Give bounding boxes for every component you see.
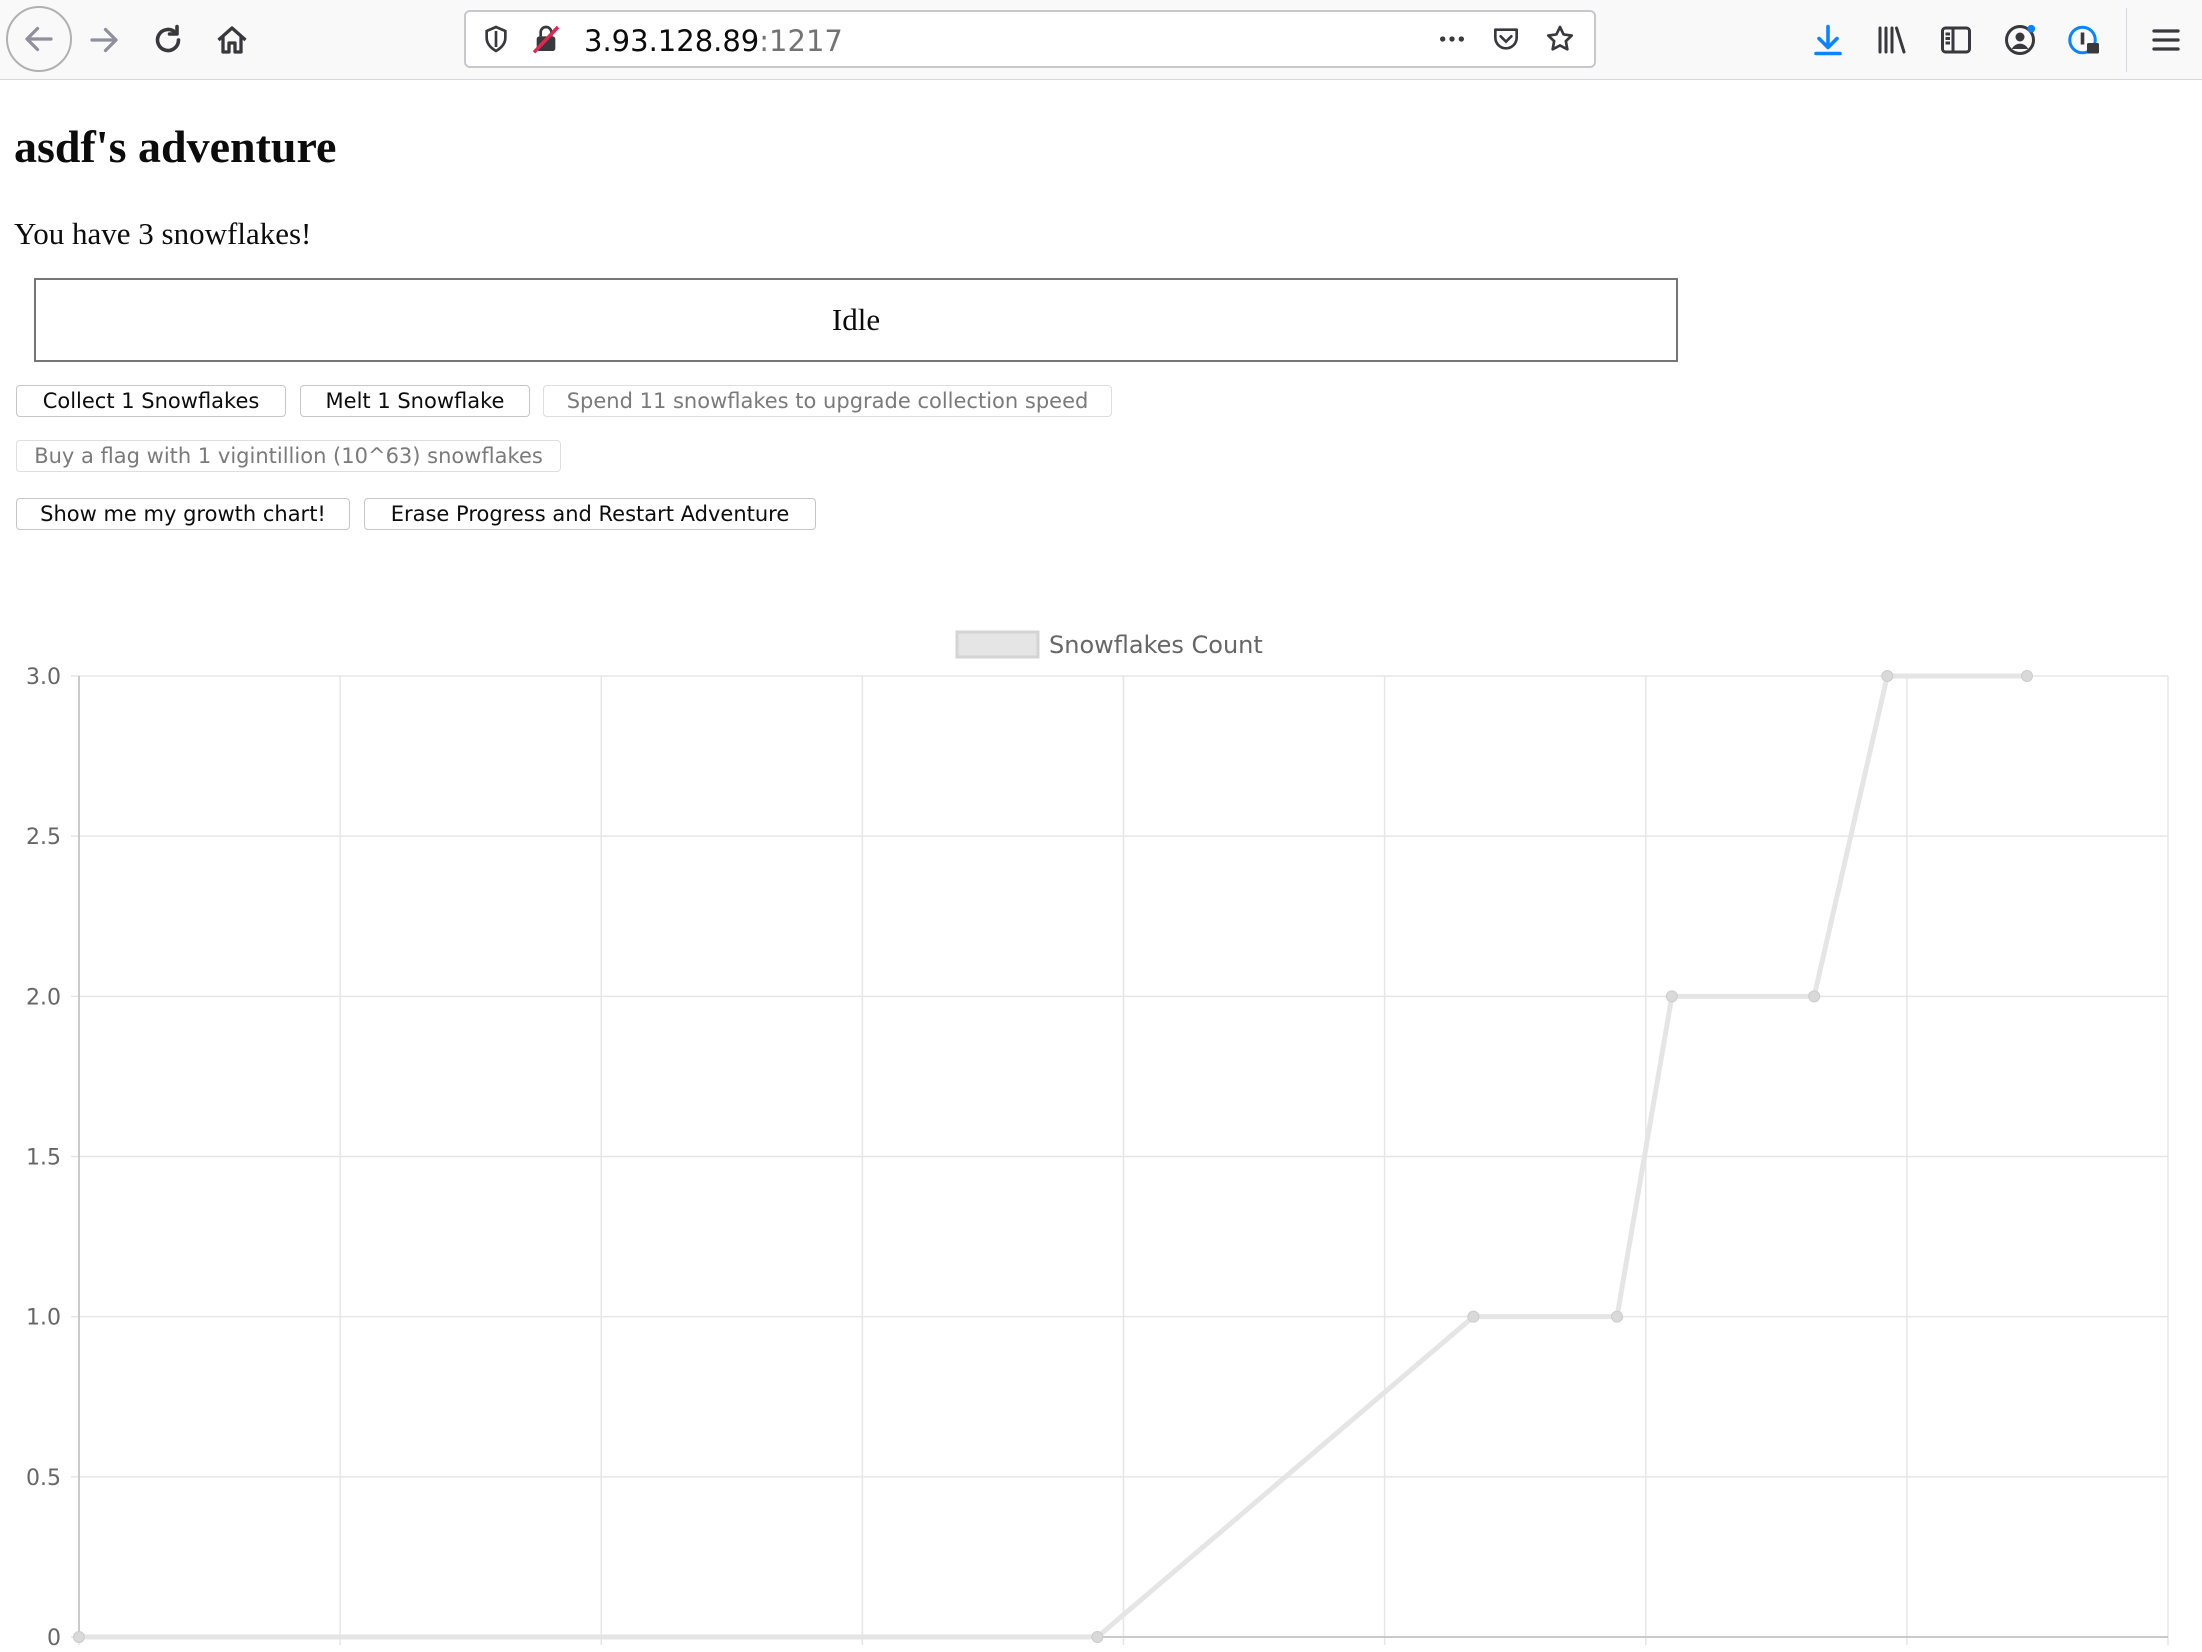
data-point bbox=[1467, 1310, 1480, 1323]
url-host: 3.93.128.89 bbox=[584, 24, 760, 58]
home-button[interactable] bbox=[208, 16, 256, 64]
url-text[interactable]: 3.93.128.89:1217 bbox=[584, 24, 843, 58]
y-tick-label: 2.0 bbox=[26, 985, 61, 1010]
y-tick-label: 1.5 bbox=[26, 1146, 61, 1171]
chart-tick-labels: 024681012141600.51.01.52.02.53.0 bbox=[26, 665, 61, 1651]
y-tick-label: 2.5 bbox=[26, 825, 61, 850]
url-port: :1217 bbox=[759, 24, 843, 58]
sidebar-button[interactable] bbox=[1932, 16, 1980, 64]
y-tick-label: 3.0 bbox=[26, 665, 61, 690]
data-point bbox=[2020, 670, 2033, 682]
back-button[interactable] bbox=[6, 6, 72, 72]
toolbar-divider bbox=[2126, 8, 2127, 72]
account-icon bbox=[2005, 24, 2036, 55]
data-point bbox=[1665, 990, 1678, 1003]
show-chart-button[interactable]: Show me my growth chart! bbox=[16, 498, 350, 530]
erase-progress-button[interactable]: Erase Progress and Restart Adventure bbox=[364, 498, 816, 530]
y-tick-label: 0.5 bbox=[26, 1466, 61, 1491]
snowflake-count: You have 3 snowflakes! bbox=[14, 216, 312, 251]
password-manager-button[interactable] bbox=[2060, 16, 2108, 64]
shield-icon[interactable] bbox=[480, 23, 512, 55]
data-point bbox=[1611, 1310, 1624, 1323]
status-text: Idle bbox=[831, 302, 881, 337]
data-point bbox=[73, 1631, 85, 1643]
download-icon bbox=[1814, 24, 1842, 56]
data-point bbox=[1881, 670, 1894, 682]
upgrade-speed-button[interactable]: Spend 11 snowflakes to upgrade collectio… bbox=[543, 385, 1112, 417]
home-icon bbox=[217, 26, 247, 54]
page-content: asdf's adventure You have 3 snowflakes! … bbox=[0, 80, 2202, 1652]
password-manager-icon bbox=[2068, 25, 2099, 55]
data-point bbox=[1808, 990, 1821, 1003]
arrow-right-icon bbox=[90, 27, 118, 53]
growth-chart: 024681012141600.51.01.52.02.53.0 Snowfla… bbox=[26, 630, 2169, 1651]
more-actions-icon[interactable] bbox=[1436, 23, 1468, 55]
y-tick-label: 1.0 bbox=[26, 1306, 61, 1331]
status-box: Idle bbox=[34, 278, 1678, 362]
chart-legend: Snowflakes Count bbox=[955, 630, 1263, 659]
bookmark-star-icon[interactable] bbox=[1544, 23, 1576, 55]
pocket-icon[interactable] bbox=[1490, 23, 1522, 55]
url-bar[interactable]: 3.93.128.89:1217 bbox=[464, 10, 1596, 68]
hamburger-menu-icon bbox=[2152, 29, 2180, 51]
forward-button[interactable] bbox=[80, 16, 128, 64]
reload-button[interactable] bbox=[144, 16, 192, 64]
legend-label: Snowflakes Count bbox=[1049, 631, 1263, 659]
downloads-button[interactable] bbox=[1804, 16, 1852, 64]
reload-icon bbox=[155, 24, 181, 53]
arrow-left-icon bbox=[25, 26, 53, 52]
menu-button[interactable] bbox=[2142, 16, 2190, 64]
library-icon bbox=[1878, 26, 1906, 54]
buy-flag-button[interactable]: Buy a flag with 1 vigintillion (10^63) s… bbox=[16, 440, 561, 472]
library-button[interactable] bbox=[1868, 16, 1916, 64]
collect-button[interactable]: Collect 1 Snowflakes bbox=[16, 385, 286, 417]
sidebar-icon bbox=[1941, 26, 1971, 54]
account-button[interactable] bbox=[1996, 16, 2044, 64]
y-tick-label: 0 bbox=[47, 1626, 61, 1651]
browser-toolbar: 3.93.128.89:1217 bbox=[0, 0, 2202, 80]
insecure-lock-icon[interactable] bbox=[530, 23, 562, 55]
melt-button[interactable]: Melt 1 Snowflake bbox=[300, 385, 530, 417]
page-title: asdf's adventure bbox=[14, 121, 337, 172]
data-point bbox=[1091, 1631, 1104, 1643]
legend-swatch bbox=[955, 630, 1040, 659]
